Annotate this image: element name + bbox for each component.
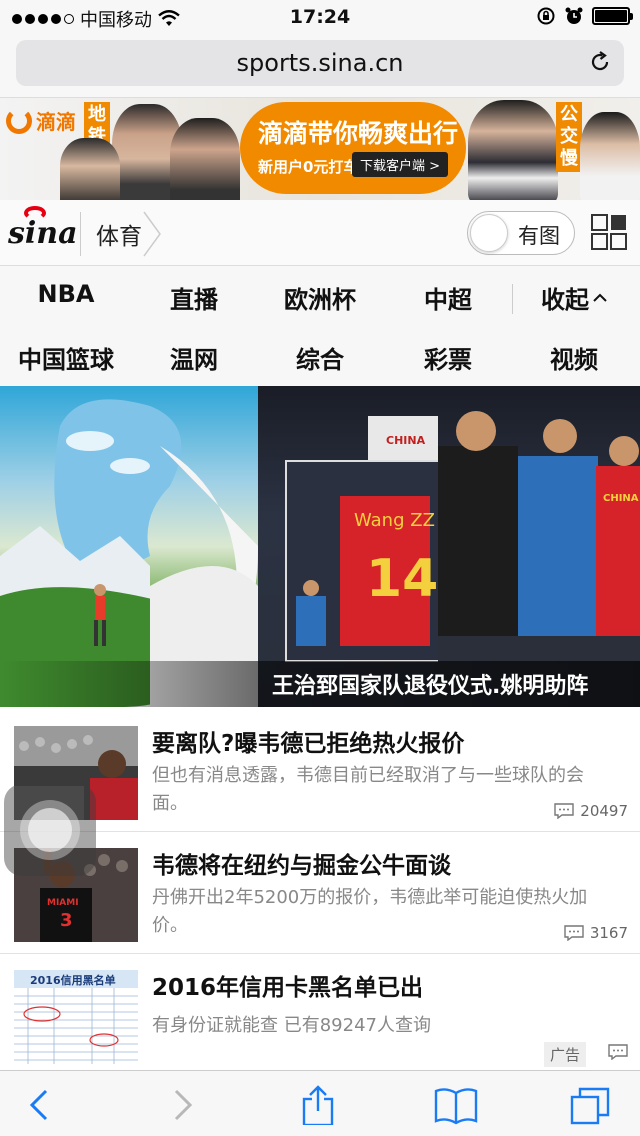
address-bar[interactable]: sports.sina.cn	[16, 40, 624, 86]
divider	[80, 212, 81, 256]
thumb-jersey-number: 3	[60, 910, 73, 931]
browser-address-area: sports.sina.cn	[0, 36, 640, 98]
news-item[interactable]: MIAMI 3 韦德将在纽约与掘金公牛面谈 丹佛开出2年5200万的报价，韦德此…	[0, 832, 640, 954]
comment-icon	[608, 1044, 628, 1060]
tabs-icon[interactable]	[568, 1085, 612, 1125]
battery-icon	[592, 7, 633, 25]
reload-icon[interactable]	[588, 50, 612, 74]
news-item-ad[interactable]: 2016信用黑名单 2016年信用卡黑名单已出 有身份证就能查 已有89247人…	[0, 954, 640, 1076]
comment-icon	[554, 803, 574, 819]
channel-nav: NBA 直播 欧洲杯 中超 收起 中国篮球 温网 综合 彩票 视频	[0, 266, 640, 386]
ad-person-image	[60, 138, 120, 200]
rotation-lock-icon	[537, 7, 555, 25]
ad-label: 广告	[544, 1042, 587, 1067]
comment-count-value: 20497	[580, 802, 628, 820]
ad-promo-bubble: 滴滴带你畅爽出行 新用户0元打车 下载客户端 >	[240, 102, 466, 194]
image-mode-label: 有图	[518, 224, 560, 248]
back-icon[interactable]	[18, 1085, 62, 1125]
comment-count[interactable]: 3167	[564, 924, 628, 942]
alarm-icon	[565, 7, 583, 24]
news-thumbnail: 2016信用黑名单	[14, 970, 138, 1064]
hero-jersey-name: Wang ZZ	[354, 510, 435, 531]
share-icon[interactable]	[296, 1085, 340, 1125]
assistive-touch-dot	[28, 808, 72, 852]
news-summary: 丹佛开出2年5200万的报价，韦德此举可能迫使热火加价。	[152, 887, 588, 936]
retirement-ceremony-image: CHINA 14 Wang ZZ 14 CHINA	[258, 386, 640, 707]
comment-count[interactable]: 20497	[554, 802, 628, 820]
news-title[interactable]: 要离队?曝韦德已拒绝热火报价	[152, 724, 464, 758]
nav-chinese-basketball[interactable]: 中国篮球	[2, 340, 130, 375]
ad-download-button[interactable]: 下载客户端 >	[352, 152, 449, 177]
section-title[interactable]: 体育	[96, 217, 142, 251]
comment-icon	[564, 925, 584, 941]
hero-caption[interactable]: 王治郅国家队退役仪式.姚明助阵	[272, 668, 632, 700]
didi-logo-icon	[6, 107, 32, 134]
status-bar: 中国移动 17:24	[0, 0, 640, 36]
nav-collapse-button[interactable]: 收起	[510, 280, 638, 315]
milk-ad-image	[0, 386, 258, 707]
didi-logo: 滴滴	[6, 106, 76, 135]
news-title[interactable]: 2016年信用卡黑名单已出	[152, 968, 423, 1002]
comment-count-value: 3167	[589, 924, 628, 942]
ad-tag-right: 公交慢	[556, 102, 582, 172]
browser-toolbar	[0, 1070, 640, 1136]
news-summary: 但也有消息透露，韦德目前已经取消了与一些球队的会面。	[152, 765, 584, 814]
ad-banner[interactable]: 滴滴 地铁挤 滴滴带你畅爽出行 新用户0元打车 下载客户端 > 公交慢	[0, 98, 640, 200]
comment-count[interactable]	[608, 1044, 628, 1060]
thumb-title: 2016信用黑名单	[30, 973, 116, 987]
bookmarks-icon[interactable]	[434, 1085, 478, 1125]
nav-collapse-label: 收起	[541, 286, 589, 314]
hero-carousel[interactable]: CHINA 14 Wang ZZ 14 CHINA	[0, 386, 640, 707]
nav-csl[interactable]: 中超	[384, 280, 512, 315]
hero-shirt-text: CHINA	[603, 493, 639, 504]
nav-live[interactable]: 直播	[130, 280, 258, 315]
nav-euro-cup[interactable]: 欧洲杯	[256, 280, 384, 315]
ad-person-image	[580, 112, 640, 200]
grid-menu-icon[interactable]	[591, 214, 627, 250]
hero-jersey-top: CHINA	[386, 434, 426, 447]
site-header: sina 体育 有图	[0, 200, 640, 266]
nav-lottery[interactable]: 彩票	[384, 340, 512, 375]
ad-subline: 新用户0元打车	[258, 158, 359, 176]
nav-general[interactable]: 综合	[256, 340, 384, 375]
news-summary: 有身份证就能查 已有89247人查询	[152, 1015, 431, 1036]
nav-video[interactable]: 视频	[510, 340, 638, 375]
assistive-touch-button[interactable]	[4, 784, 96, 876]
news-item[interactable]: 要离队?曝韦德已拒绝热火报价 但也有消息透露，韦德目前已经取消了与一些球队的会面…	[0, 710, 640, 832]
image-mode-toggle[interactable]: 有图	[467, 211, 575, 255]
chevron-up-icon	[593, 293, 607, 302]
breadcrumb-chevron-icon	[143, 211, 161, 257]
ad-person-image	[170, 118, 240, 200]
ad-person-image	[468, 100, 558, 200]
toggle-knob	[470, 214, 508, 252]
thumb-jersey-text: MIAMI	[47, 898, 79, 908]
forward-icon[interactable]	[160, 1085, 204, 1125]
sina-logo[interactable]: sina	[8, 206, 78, 251]
ad-headline: 滴滴带你畅爽出行	[258, 119, 459, 148]
nav-nba[interactable]: NBA	[2, 280, 130, 308]
hero-jersey-number: 14	[366, 549, 438, 609]
news-title[interactable]: 韦德将在纽约与掘金公牛面谈	[152, 846, 451, 880]
nav-wimbledon[interactable]: 温网	[130, 340, 258, 375]
sina-eye-icon	[24, 206, 46, 220]
